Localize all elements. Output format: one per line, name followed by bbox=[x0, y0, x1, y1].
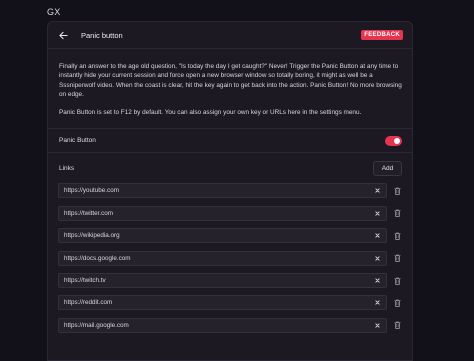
panic-button-row: Panic Button bbox=[48, 129, 412, 154]
link-url-field[interactable]: https://mail.google.com bbox=[58, 317, 388, 333]
link-url-text: https://reddit.com bbox=[64, 299, 113, 307]
add-link-button[interactable]: Add bbox=[373, 160, 402, 176]
trash-icon[interactable] bbox=[393, 298, 402, 308]
link-url-text: https://youtube.com bbox=[64, 187, 119, 195]
panic-button-label: Panic Button bbox=[59, 137, 96, 145]
close-icon[interactable] bbox=[373, 277, 381, 285]
close-icon[interactable] bbox=[373, 209, 381, 217]
back-arrow-icon[interactable] bbox=[56, 28, 70, 42]
trash-icon[interactable] bbox=[393, 231, 402, 241]
link-url-text: https://twitter.com bbox=[64, 209, 113, 217]
list-item: https://twitch.tv bbox=[58, 273, 402, 289]
link-url-text: https://twitch.tv bbox=[64, 277, 106, 285]
link-url-text: https://wikipedia.org bbox=[64, 232, 120, 240]
page-title: Panic button bbox=[81, 30, 123, 40]
link-url-field[interactable]: https://wikipedia.org bbox=[58, 228, 388, 244]
list-item: https://reddit.com bbox=[58, 295, 402, 311]
panic-button-toggle[interactable] bbox=[385, 135, 402, 146]
description-paragraph-1: Finally an answer to the age old questio… bbox=[59, 63, 402, 98]
close-icon[interactable] bbox=[373, 321, 381, 329]
description: Finally an answer to the age old questio… bbox=[48, 49, 412, 130]
list-item: https://twitter.com bbox=[58, 205, 402, 221]
app-label: GX bbox=[47, 7, 61, 17]
list-item: https://youtube.com bbox=[58, 183, 402, 199]
panic-button-settings-panel: Panic button FEEDBACK Finally an answer … bbox=[47, 21, 413, 361]
toggle-knob bbox=[394, 137, 400, 144]
description-paragraph-2: Panic Button is set to F12 by default. Y… bbox=[59, 109, 362, 117]
list-item: https://wikipedia.org bbox=[58, 228, 402, 244]
close-icon[interactable] bbox=[373, 187, 381, 195]
link-url-field[interactable]: https://twitter.com bbox=[58, 205, 388, 221]
trash-icon[interactable] bbox=[393, 208, 402, 218]
link-url-field[interactable]: https://reddit.com bbox=[58, 295, 388, 311]
trash-icon[interactable] bbox=[393, 276, 402, 286]
link-url-field[interactable]: https://youtube.com bbox=[58, 183, 388, 199]
panel-header: Panic button FEEDBACK bbox=[48, 22, 412, 49]
trash-icon[interactable] bbox=[393, 186, 402, 196]
close-icon[interactable] bbox=[373, 232, 381, 240]
links-header: Links Add bbox=[48, 153, 412, 183]
link-url-field[interactable]: https://docs.google.com bbox=[58, 250, 388, 266]
link-url-field[interactable]: https://twitch.tv bbox=[58, 273, 388, 289]
trash-icon[interactable] bbox=[393, 320, 402, 330]
close-icon[interactable] bbox=[373, 299, 381, 307]
feedback-button[interactable]: FEEDBACK bbox=[361, 30, 403, 40]
link-url-text: https://mail.google.com bbox=[64, 321, 129, 329]
trash-icon[interactable] bbox=[393, 253, 402, 263]
links-list: https://youtube.com https://twitter.com … bbox=[48, 183, 412, 333]
close-icon[interactable] bbox=[373, 254, 381, 262]
list-item: https://mail.google.com bbox=[58, 317, 402, 333]
link-url-text: https://docs.google.com bbox=[64, 254, 131, 262]
list-item: https://docs.google.com bbox=[58, 250, 402, 266]
links-label: Links bbox=[59, 164, 75, 172]
